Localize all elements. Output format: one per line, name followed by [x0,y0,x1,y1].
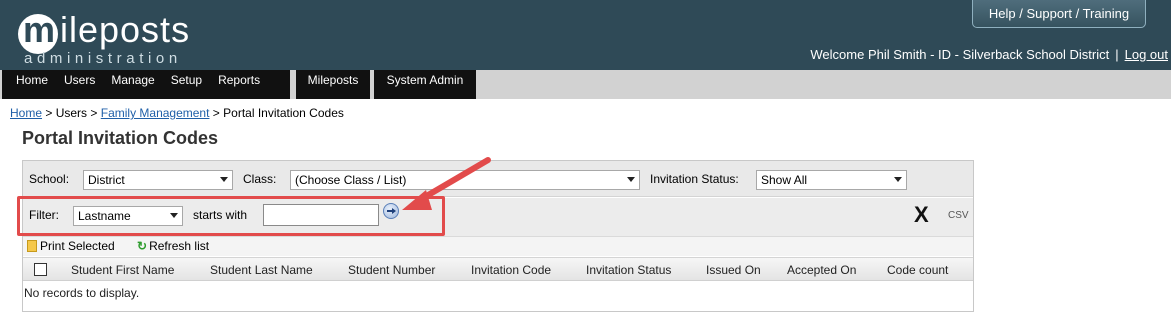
class-label: Class: [243,172,277,186]
nav-system-admin[interactable]: System Admin [379,70,472,99]
col-code-count[interactable]: Code count [887,263,948,277]
nav-manage[interactable]: Manage [103,70,162,99]
school-select[interactable]: District [83,170,233,190]
col-student-last-name[interactable]: Student Last Name [210,263,313,277]
logo-initial: m [23,9,55,50]
breadcrumb-current: Portal Invitation Codes [223,106,344,120]
main-nav: Home Users Manage Setup Reports Milepost… [0,70,1171,99]
welcome-text: Welcome Phil Smith - ID - Silverback Sch… [810,47,1110,62]
nav-mileposts[interactable]: Mileposts [300,70,367,99]
welcome-bar: Welcome Phil Smith - ID - Silverback Sch… [810,47,1168,62]
page-title: Portal Invitation Codes [22,128,219,148]
print-selected-label: Print Selected [40,239,115,253]
breadcrumb-separator: > [209,106,224,120]
breadcrumb-separator: > [42,106,56,120]
chevron-down-icon [220,177,228,182]
invitation-codes-panel: School: District Class: (Choose Class / … [22,160,974,312]
nav-users[interactable]: Users [56,70,103,99]
empty-grid-message: No records to display. [24,286,140,300]
logo-main-text: ileposts [60,9,191,50]
grid-toolbar: Print Selected ↻ Refresh list [23,236,973,256]
class-select[interactable]: (Choose Class / List) [290,170,640,190]
breadcrumb-separator: > [87,106,101,120]
col-invitation-status[interactable]: Invitation Status [586,263,671,277]
col-issued-on[interactable]: Issued On [706,263,761,277]
nav-group-system-admin: System Admin [374,70,476,99]
logo-subtitle: administration [24,50,182,67]
logout-link[interactable]: Log out [1125,47,1168,62]
nav-group-main: Home Users Manage Setup Reports [2,70,290,99]
annotation-highlight-box [17,196,445,236]
school-label: School: [29,172,70,186]
nav-group-mileposts: Mileposts [296,70,370,99]
print-selected-button[interactable]: Print Selected [27,239,115,253]
welcome-separator: | [1115,47,1119,62]
invitation-status-select[interactable]: Show All [756,170,907,190]
clear-filter-icon[interactable]: X [914,204,929,226]
chevron-down-icon [894,177,902,182]
help-support-button[interactable]: Help / Support / Training [972,0,1146,28]
chevron-down-icon [627,177,635,182]
breadcrumb-users: Users [55,106,88,120]
grid-header: Student First Name Student Last Name Stu… [23,257,973,281]
app-header: m ileposts administration Help / Support… [0,0,1171,70]
refresh-list-label: Refresh list [149,239,210,253]
school-select-value: District [88,173,125,187]
class-select-value: (Choose Class / List) [295,173,407,187]
col-student-first-name[interactable]: Student First Name [71,263,174,277]
mileposts-logo[interactable]: m ileposts administration [18,6,218,68]
select-all-checkbox[interactable] [34,263,47,276]
col-accepted-on[interactable]: Accepted On [787,263,856,277]
col-student-number[interactable]: Student Number [348,263,435,277]
csv-export-button[interactable]: CSV [948,210,969,221]
breadcrumb: Home > Users > Family Management > Porta… [10,106,344,120]
breadcrumb-family-management[interactable]: Family Management [101,106,210,120]
document-icon [27,240,37,252]
breadcrumb-home[interactable]: Home [10,106,42,120]
invitation-status-value: Show All [761,173,808,187]
col-invitation-code[interactable]: Invitation Code [471,263,551,277]
nav-reports[interactable]: Reports [210,70,268,99]
nav-home[interactable]: Home [8,70,56,99]
refresh-icon: ↻ [137,239,148,253]
invitation-status-label: Invitation Status: [650,172,739,186]
filter-row-primary: School: District Class: (Choose Class / … [23,161,973,197]
refresh-list-button[interactable]: ↻ Refresh list [137,239,209,253]
nav-setup[interactable]: Setup [163,70,210,99]
